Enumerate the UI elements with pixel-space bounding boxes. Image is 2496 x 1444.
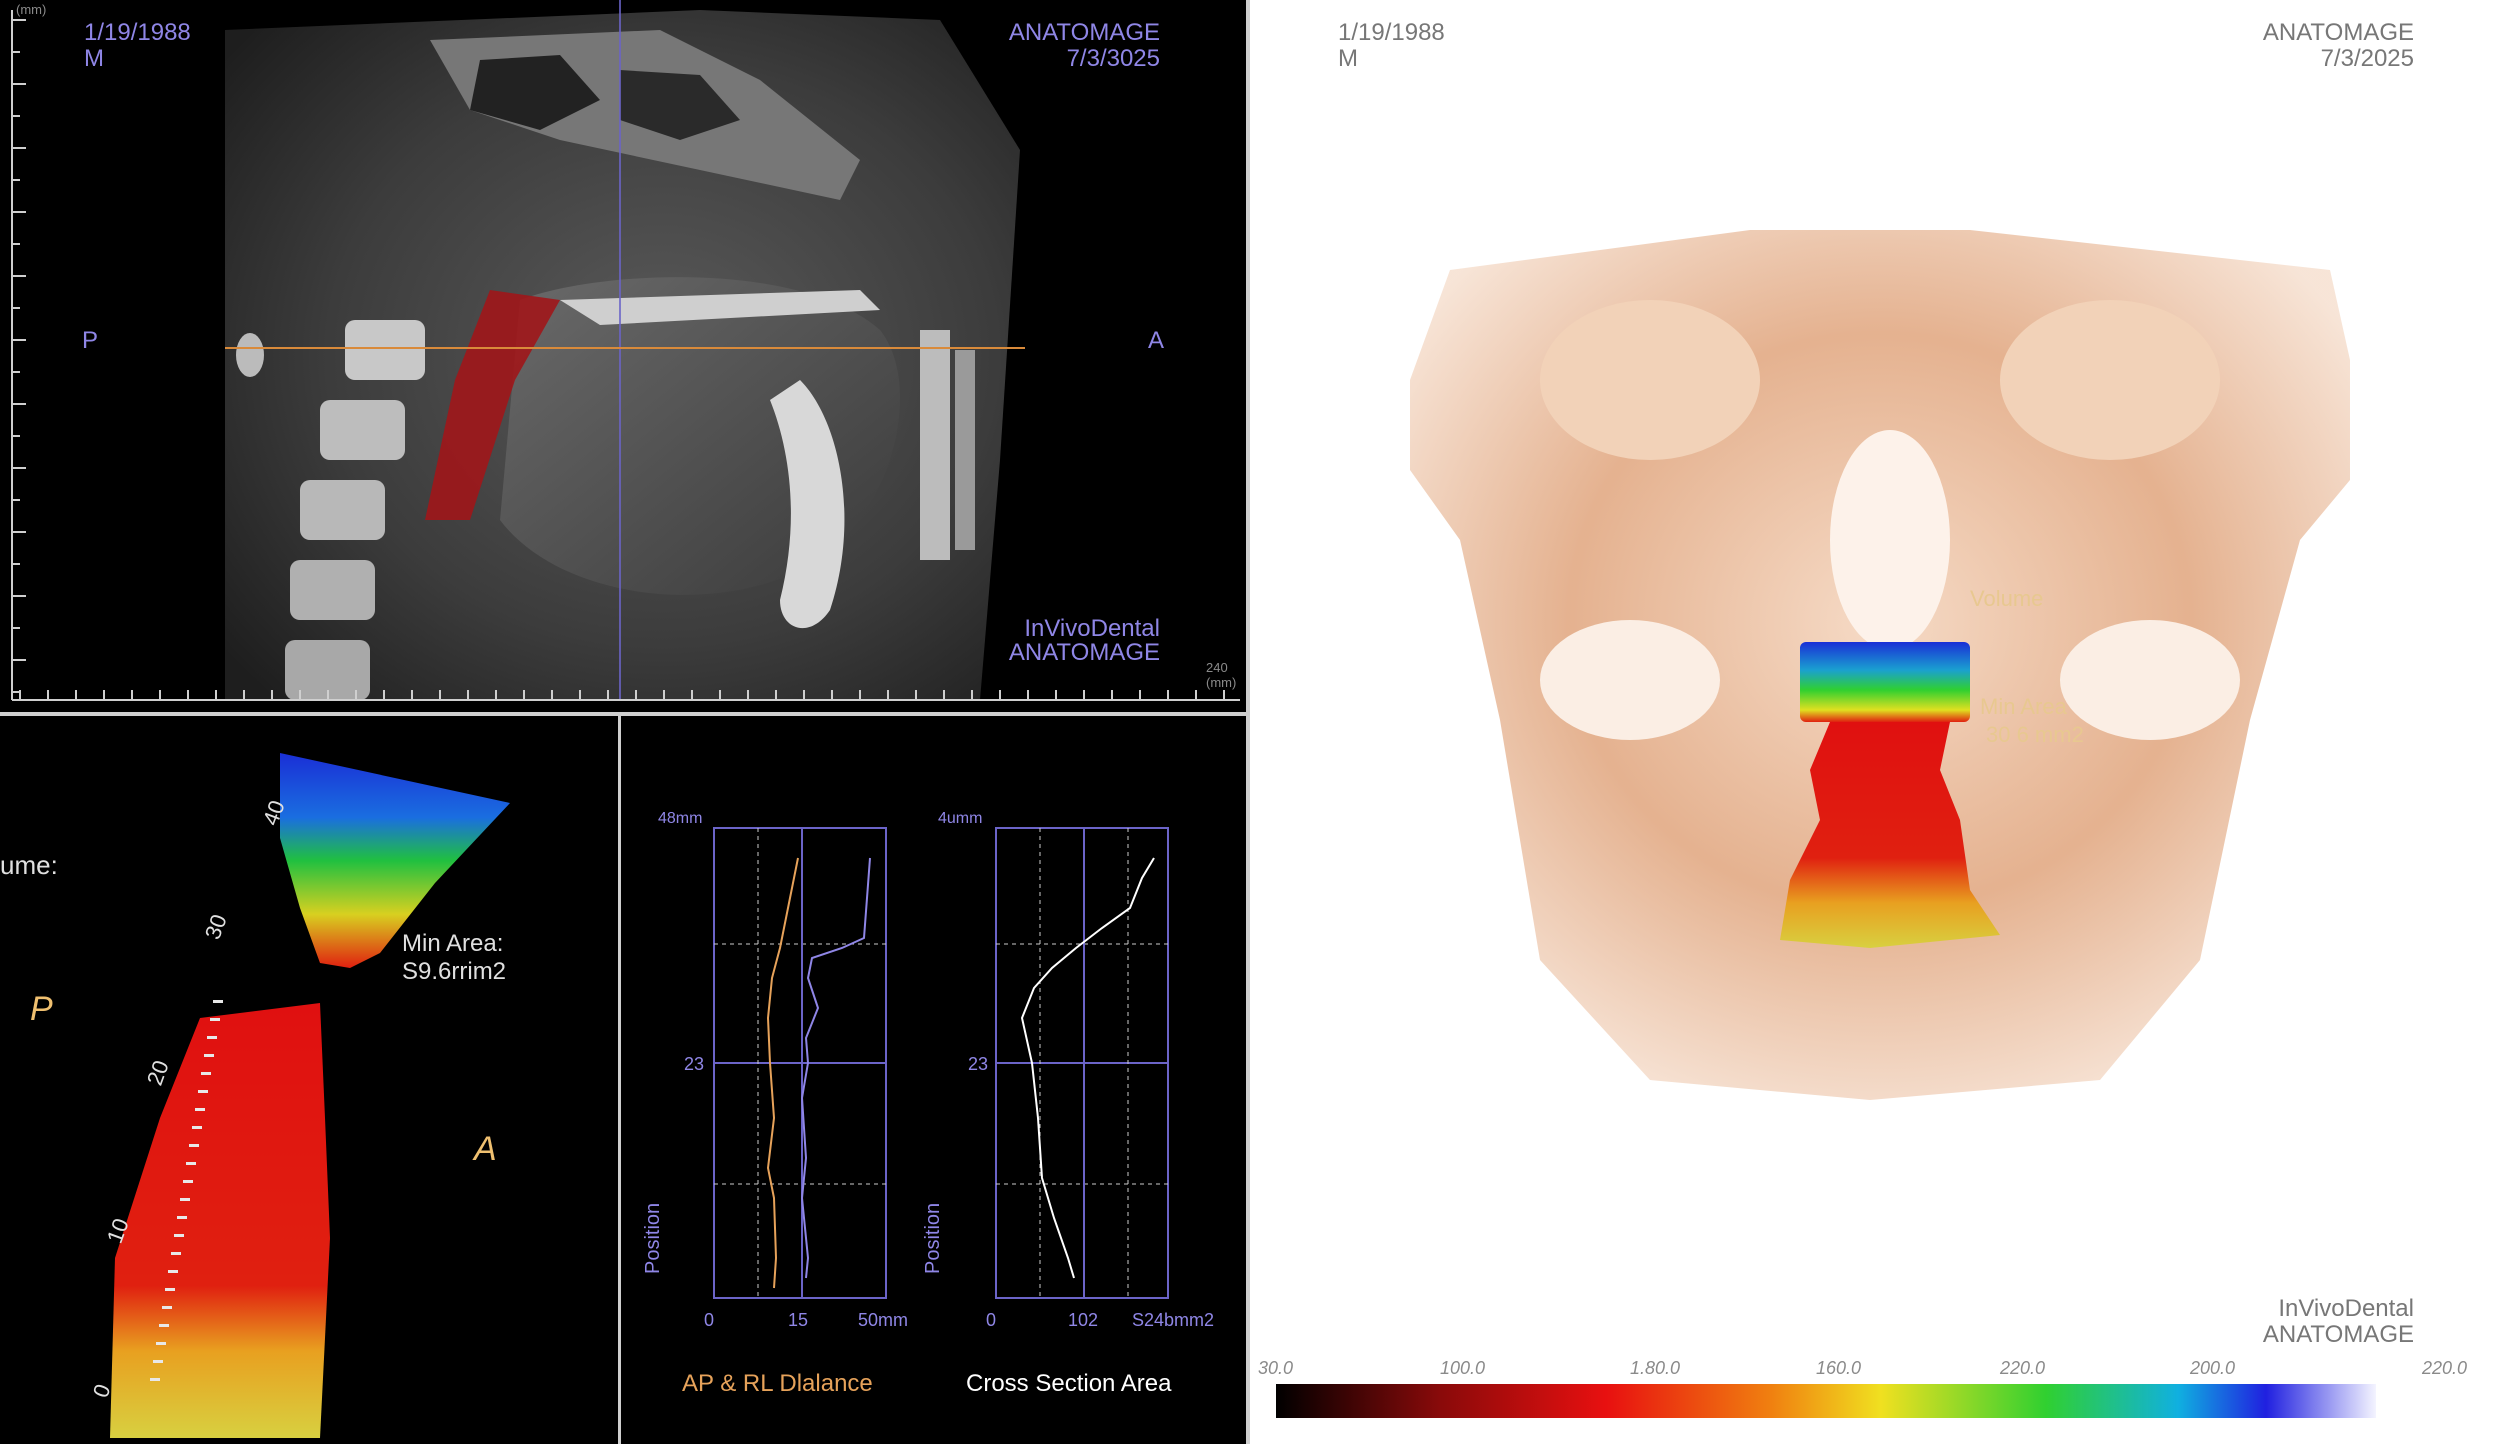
volume-scan-date: 7/3/2025 bbox=[2320, 45, 2414, 72]
ap-rl-x-tick-0: 0 bbox=[704, 1310, 715, 1330]
orient-anterior-label: A bbox=[1148, 327, 1165, 354]
colorbar bbox=[1276, 1384, 2376, 1418]
volume-render-view[interactable]: 1/19/1988 M ANATOMAGE 7/3/2025 InVivoDen… bbox=[1250, 0, 2496, 1444]
volume-min-area-value: 30 6 mm2 bbox=[1986, 722, 2084, 747]
volume-patient-sex: M bbox=[1338, 45, 1358, 72]
ap-distance-line bbox=[766, 857, 799, 1289]
area-mid-label: 23 bbox=[968, 1054, 989, 1074]
patient-sex: M bbox=[84, 45, 104, 72]
min-area-value: S9.6rrim2 bbox=[402, 958, 507, 985]
volume-product-brand: ANATOMAGE bbox=[2262, 1321, 2414, 1348]
colorbar-tick-6: 220.0 bbox=[2422, 1358, 2468, 1378]
ap-rl-y-axis: Position bbox=[642, 1202, 664, 1274]
area-x-tick-2: S24bmm2 bbox=[1132, 1310, 1215, 1330]
colorbar-tick-4: 220.0 bbox=[2000, 1358, 2046, 1378]
sagittal-ct-image bbox=[11, 0, 1240, 701]
area-x-tick-1: 102 bbox=[1068, 1310, 1099, 1330]
airway-upper-segment bbox=[1800, 642, 1970, 722]
area-x-tick-0: 0 bbox=[986, 1310, 997, 1330]
ruler-unit: (mm) bbox=[16, 2, 47, 17]
ap-rl-title: AP & RL Dlalance bbox=[682, 1370, 873, 1397]
bottom-divider[interactable] bbox=[618, 716, 621, 1444]
volume-volume-label: Volume bbox=[1970, 586, 2044, 611]
orient-posterior-3d: P bbox=[30, 990, 53, 1028]
scan-date: 7/3/3025 bbox=[1066, 45, 1160, 72]
graphs-svg bbox=[713, 827, 1169, 1299]
product-brand: ANATOMAGE bbox=[1008, 639, 1160, 666]
ap-rl-x-tick-2: 50mm bbox=[858, 1310, 909, 1330]
ap-rl-mid-label: 23 bbox=[684, 1054, 705, 1074]
ruler-end-label: 240 (mm) bbox=[1206, 660, 1237, 690]
volume-product: InVivoDental bbox=[2278, 1295, 2414, 1322]
colorbar-tick-5: 200.0 bbox=[2190, 1358, 2236, 1378]
brand-label: ANATOMAGE bbox=[1008, 19, 1160, 46]
colorbar-tick-1: 100.0 bbox=[1440, 1358, 1486, 1378]
colorbar-tick-2: 1.80.0 bbox=[1630, 1358, 1681, 1378]
rl-distance-line bbox=[800, 857, 871, 1279]
ap-rl-top-label: 48mm bbox=[658, 810, 703, 827]
volume-render-image bbox=[1276, 230, 2376, 1418]
colorbar-tick-0: 30.0 bbox=[1258, 1358, 1294, 1378]
airway-3d-view[interactable]: ume: Min Area: S9.6rrim2 P A 40 30 20 10… bbox=[0, 718, 618, 1444]
orient-anterior-3d: A bbox=[474, 1130, 497, 1168]
volume-min-area-label: Min Area bbox=[1980, 694, 2067, 719]
airway-graphs: 48mm 23 Position 0 15 50mm AP & RL Dlala… bbox=[622, 718, 1246, 1444]
ap-rl-x-tick-1: 15 bbox=[788, 1310, 809, 1330]
volume-patient-dob: 1/19/1988 bbox=[1338, 19, 1445, 46]
sagittal-ct-view[interactable]: 1/19/1988 M ANATOMAGE 7/3/3025 P A InViv… bbox=[0, 0, 1246, 712]
area-title: Cross Section Area bbox=[966, 1370, 1172, 1397]
area-top-label: 4umm bbox=[938, 810, 983, 827]
horizontal-divider[interactable] bbox=[0, 712, 1246, 716]
cross-section-area-line bbox=[1020, 857, 1155, 1279]
colorbar-tick-3: 160.0 bbox=[1816, 1358, 1862, 1378]
volume-brand: ANATOMAGE bbox=[2262, 19, 2414, 46]
orient-posterior-label: P bbox=[82, 327, 99, 354]
area-y-axis: Position bbox=[922, 1202, 944, 1274]
patient-dob: 1/19/1988 bbox=[84, 19, 191, 46]
volume-label: ume: bbox=[0, 850, 58, 880]
airway-model bbox=[110, 753, 510, 1438]
min-area-label: Min Area: bbox=[402, 930, 504, 957]
